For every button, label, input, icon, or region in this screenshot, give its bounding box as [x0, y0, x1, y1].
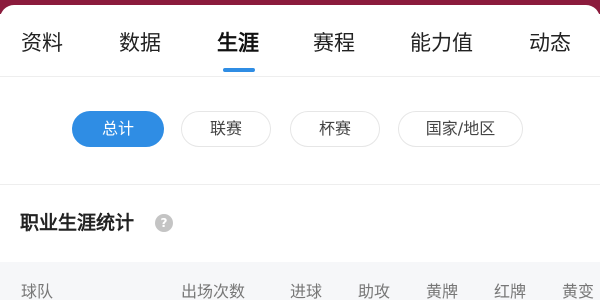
- column-yellow-cards: 黄牌: [426, 282, 459, 300]
- tab-ability[interactable]: 能力值: [410, 30, 473, 56]
- tab-stats[interactable]: 数据: [119, 30, 161, 56]
- active-tab-indicator: [223, 68, 255, 72]
- tab-bar: 资料 数据 生涯 赛程 能力值 动态: [0, 5, 600, 73]
- column-appearances: 出场次数: [181, 282, 246, 300]
- filter-cup[interactable]: 杯赛: [290, 111, 380, 147]
- filter-total[interactable]: 总计: [72, 111, 164, 147]
- column-assists: 助攻: [358, 282, 391, 300]
- help-icon[interactable]: ?: [155, 214, 173, 232]
- table-header: 球队 出场次数 进球 助攻 黄牌 红牌 黄变: [0, 262, 600, 300]
- column-team: 球队: [21, 282, 54, 300]
- column-goals: 进球: [290, 282, 323, 300]
- column-red-cards: 红牌: [494, 282, 527, 300]
- tab-profile[interactable]: 资料: [21, 30, 63, 56]
- column-second-yellow: 黄变: [562, 282, 595, 300]
- filter-divider: [0, 184, 600, 185]
- player-career-page: 资料 数据 生涯 赛程 能力值 动态 总计 联赛 杯赛 国家/地区 职业生涯统计…: [0, 0, 600, 300]
- filter-national[interactable]: 国家/地区: [398, 111, 523, 147]
- section-title: 职业生涯统计: [20, 212, 135, 234]
- tab-schedule[interactable]: 赛程: [313, 30, 355, 56]
- tab-news[interactable]: 动态: [529, 30, 571, 56]
- tab-divider: [0, 76, 600, 77]
- filter-league[interactable]: 联赛: [181, 111, 271, 147]
- tab-career[interactable]: 生涯: [217, 30, 259, 56]
